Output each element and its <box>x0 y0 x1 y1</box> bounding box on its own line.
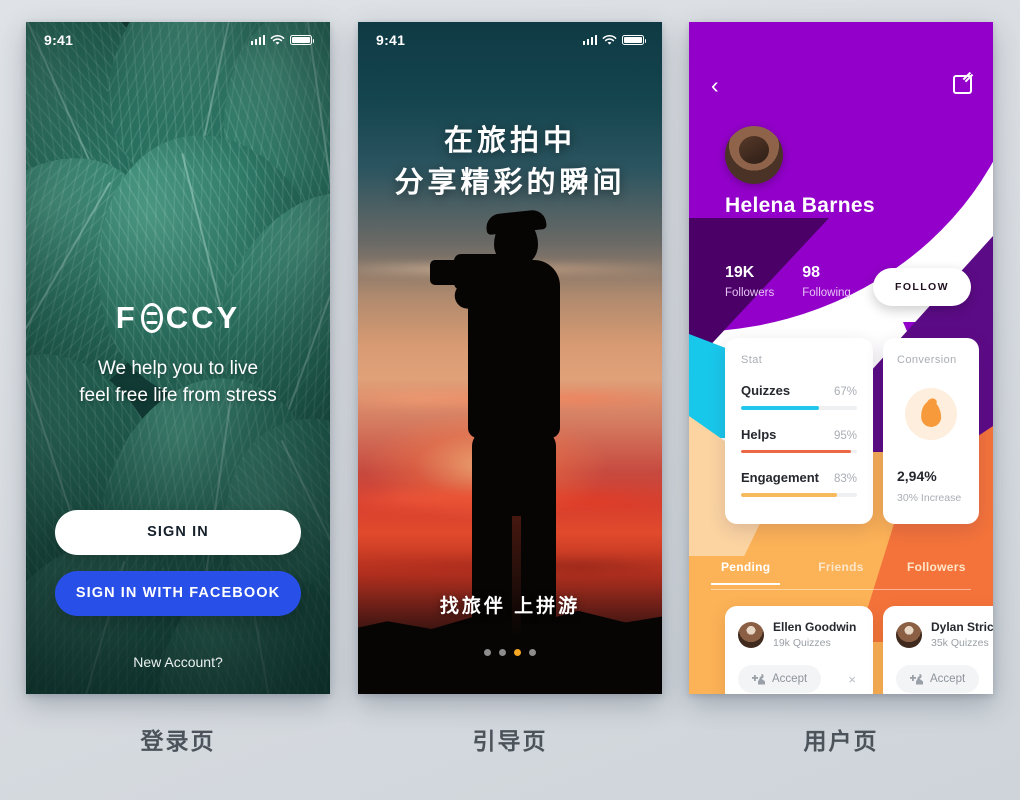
metric-engagement-track <box>741 493 857 497</box>
stat-following-label: Following <box>802 287 851 299</box>
profile-stats: 19K Followers 98 Following <box>725 264 851 299</box>
onboarding-subtitle: 找旅伴 上拼游 <box>439 596 581 617</box>
tagline: We help you to live feel free life from … <box>79 356 276 410</box>
metric-engagement-label: Engagement <box>741 470 820 486</box>
page-dot-3-active[interactable] <box>514 649 521 656</box>
avatar <box>896 621 922 648</box>
back-chevron-icon[interactable]: ‹ <box>711 73 719 97</box>
request-meta: 35k Quizzes <box>931 637 989 649</box>
list-item: Ellen Goodwin 19k Quizzes Accept × <box>725 606 873 694</box>
screen-login: 9:41 F CCY We help you to live feel free… <box>26 22 330 694</box>
status-bar: 9:41 <box>358 22 662 58</box>
metric-quizzes: Quizzes 67% <box>741 383 857 410</box>
page-title: Helena Barnes <box>725 194 875 217</box>
accept-button[interactable]: Accept <box>896 665 980 693</box>
caption-profile: 用户页 <box>803 728 879 754</box>
status-indicators <box>582 34 647 46</box>
metric-quizzes-value: 67% <box>833 386 857 398</box>
sign-in-button[interactable]: SIGN IN <box>55 509 301 555</box>
app-logo: F CCY <box>116 300 240 336</box>
accept-button-label: Accept <box>930 673 966 685</box>
status-bar: 9:41 <box>26 22 330 58</box>
metric-engagement: Engagement 83% <box>741 470 857 497</box>
metric-helps-fill <box>741 449 852 454</box>
page-dot-1[interactable] <box>484 649 491 656</box>
metric-helps: Helps 95% <box>741 427 857 454</box>
status-time: 9:41 <box>44 32 74 48</box>
screen-profile: ‹ Helena Barnes 19K Followers 98 Followi… <box>689 22 993 694</box>
request-meta: 19k Quizzes <box>773 637 831 649</box>
request-name: Dylan Strickland <box>931 620 993 634</box>
sign-in-facebook-button[interactable]: SIGN IN WITH FACEBOOK <box>55 570 301 616</box>
page-dot-4[interactable] <box>529 649 536 656</box>
status-indicators <box>250 34 315 46</box>
accept-button-label: Accept <box>772 673 808 685</box>
mockup-board: 9:41 F CCY We help you to live feel free… <box>0 0 1020 800</box>
page-dot-2[interactable] <box>499 649 506 656</box>
metric-helps-value: 95% <box>833 429 857 442</box>
stat-followers-label: Followers <box>725 287 775 299</box>
new-account-link[interactable]: New Account? <box>55 654 301 670</box>
cellular-signal-icon <box>582 35 597 45</box>
battery-icon <box>622 35 647 45</box>
request-name: Ellen Goodwin <box>773 620 857 634</box>
accept-button[interactable]: Accept <box>738 665 822 693</box>
conversion-card: Conversion 2,94% 30% Increase <box>883 338 979 524</box>
stat-card: Stat Quizzes 67% Helps 95% Engagement 83… <box>725 338 873 524</box>
avatar <box>725 126 783 184</box>
stat-card-title: Stat <box>741 354 763 366</box>
screen-onboarding: 9:41 在旅拍中 分享精彩的瞬间 找旅伴 上拼游 <box>358 22 662 694</box>
conversion-change: 30% Increase <box>897 492 962 504</box>
add-user-icon <box>752 674 765 685</box>
metric-quizzes-fill <box>741 406 819 410</box>
profile-nav-bar: ‹ <box>689 68 993 102</box>
edit-pencil-icon[interactable] <box>953 75 972 94</box>
tagline-line-1: We help you to live <box>97 358 259 379</box>
onboarding-title: 在旅拍中 分享精彩的瞬间 <box>358 120 662 204</box>
tagline-line-2: feel free life from stress <box>79 384 277 406</box>
metric-quizzes-label: Quizzes <box>741 383 791 398</box>
battery-icon <box>290 35 315 45</box>
onboarding-title-line-2: 分享精彩的瞬间 <box>394 167 626 200</box>
page-indicator[interactable] <box>358 649 662 656</box>
conversion-value: 2,94% <box>897 468 937 484</box>
status-time: 9:41 <box>376 32 406 48</box>
stat-following-value: 98 <box>802 264 821 281</box>
wifi-icon <box>602 34 617 45</box>
follow-button[interactable]: FOLLOW <box>873 268 971 306</box>
stat-followers-value: 19K <box>725 264 755 281</box>
metric-quizzes-track <box>741 406 857 410</box>
stat-followers: 19K Followers <box>725 264 774 299</box>
tab-followers[interactable]: Followers <box>902 560 971 585</box>
caption-onboarding: 引导页 <box>472 728 548 754</box>
metric-helps-track <box>741 449 857 454</box>
add-user-icon <box>910 674 923 685</box>
metric-helps-label: Helps <box>741 426 777 442</box>
logo-mark-icon <box>140 303 163 333</box>
caption-login: 登录页 <box>140 728 216 754</box>
flame-icon <box>905 388 957 440</box>
metric-engagement-fill <box>741 493 838 497</box>
conversion-card-title: Conversion <box>897 354 957 366</box>
avatar <box>738 621 764 648</box>
profile-tabs: Pending Friends Followers <box>689 560 993 585</box>
metric-engagement-value: 83% <box>833 473 857 486</box>
onboarding-title-line-1: 在旅拍中 <box>443 125 576 157</box>
stat-following: 98 Following <box>802 264 851 299</box>
cellular-signal-icon <box>250 35 265 45</box>
auth-button-group: SIGN IN SIGN IN WITH FACEBOOK New Accoun… <box>55 509 301 670</box>
list-item: Dylan Strickland 35k Quizzes Accept × <box>883 606 993 694</box>
tab-friends[interactable]: Friends <box>806 560 875 585</box>
dismiss-icon[interactable]: × <box>844 672 860 687</box>
logo-text-left: F <box>115 300 138 335</box>
photographer-silhouette <box>420 208 600 646</box>
logo-text-right: CCY <box>165 300 241 335</box>
tab-pending[interactable]: Pending <box>711 560 781 585</box>
wifi-icon <box>270 34 285 45</box>
tab-underline <box>711 589 971 590</box>
